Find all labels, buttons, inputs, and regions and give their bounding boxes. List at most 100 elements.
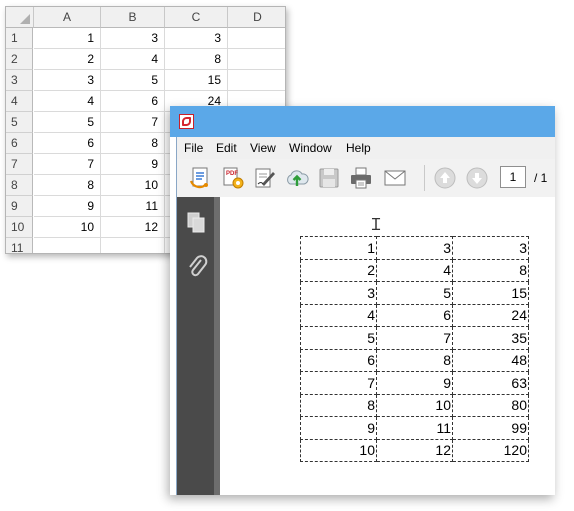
- table-cell: 48: [452, 348, 529, 372]
- sheet-cell[interactable]: 5: [34, 112, 101, 133]
- row-number[interactable]: 4: [6, 91, 33, 112]
- page-total-label: / 1: [534, 171, 548, 185]
- table-cell: 11: [376, 416, 453, 440]
- sheet-cell[interactable]: [228, 28, 285, 49]
- row-number[interactable]: 9: [6, 196, 33, 217]
- toolbar-separator: [424, 165, 425, 191]
- table-cell: 8: [376, 348, 453, 372]
- sheet-cell[interactable]: 8: [165, 49, 228, 70]
- table-row: 133: [300, 236, 529, 260]
- sheet-cell[interactable]: 11: [101, 196, 165, 217]
- column-header-row: A B C D: [6, 7, 285, 28]
- pdf-data-table: 1 3 3 2 4 8 3 5 15 4 6 24 5 7 35 6 8 48 7 9 63 8 10 80 9 11 99 10 12…: [300, 236, 529, 462]
- sheet-cell[interactable]: 7: [34, 154, 101, 175]
- row-number[interactable]: 2: [6, 49, 33, 70]
- table-cell: 9: [376, 371, 453, 395]
- menu-help[interactable]: Help: [346, 141, 371, 155]
- table-cell: 99: [452, 416, 529, 440]
- sheet-cell[interactable]: 6: [101, 91, 165, 112]
- pdf-reader-window: File Edit View Window Help PDF 1 / 1 Ｉ 1…: [170, 106, 555, 495]
- table-row: 5 7 35: [300, 326, 529, 350]
- menu-file[interactable]: File: [184, 141, 203, 155]
- column-header-b[interactable]: B: [101, 7, 165, 28]
- sheet-cell[interactable]: 12: [101, 217, 165, 238]
- sheet-cell[interactable]: 4: [34, 91, 101, 112]
- menu-edit[interactable]: Edit: [216, 141, 237, 155]
- sheet-cell[interactable]: 4: [101, 49, 165, 70]
- row-number[interactable]: 5: [6, 112, 33, 133]
- convert-icon[interactable]: PDF: [221, 166, 245, 190]
- create-pdf-icon[interactable]: [189, 166, 213, 190]
- sheet-cell[interactable]: [228, 70, 285, 91]
- row-number[interactable]: 3: [6, 70, 33, 91]
- row-number[interactable]: 10: [6, 217, 33, 238]
- menu-window[interactable]: Window: [289, 141, 332, 155]
- pdf-app-icon: [179, 114, 194, 129]
- print-icon[interactable]: [349, 166, 373, 190]
- table-cell: 7: [300, 371, 377, 395]
- table-cell: 35: [452, 326, 529, 350]
- toolbar: PDF / 1: [176, 159, 555, 198]
- sheet-cell[interactable]: 9: [34, 196, 101, 217]
- previous-page-icon[interactable]: [433, 166, 457, 190]
- sheet-cell[interactable]: 15: [165, 70, 228, 91]
- row-number[interactable]: 11: [6, 238, 33, 253]
- table-cell: 15: [452, 281, 529, 305]
- sheet-cell[interactable]: 3: [101, 28, 165, 49]
- column-header-d[interactable]: D: [228, 7, 285, 28]
- sheet-cell[interactable]: 10: [101, 175, 165, 196]
- save-icon[interactable]: [317, 166, 341, 190]
- sheet-row: 1133: [6, 28, 285, 49]
- sheet-cell[interactable]: 8: [101, 133, 165, 154]
- select-all-triangle-icon: [20, 14, 30, 24]
- sheet-cell[interactable]: 9: [101, 154, 165, 175]
- table-cell: 12: [376, 438, 453, 462]
- upload-icon[interactable]: [285, 166, 309, 190]
- sheet-cell[interactable]: [34, 238, 101, 253]
- table-row: 3 5 15: [300, 281, 529, 305]
- sheet-cell[interactable]: [101, 238, 165, 253]
- table-cell: 8: [452, 258, 529, 282]
- row-number[interactable]: 6: [6, 133, 33, 154]
- page-thumbnails-icon[interactable]: [186, 211, 208, 235]
- table-row: 4 6 24: [300, 303, 529, 327]
- next-page-icon[interactable]: [465, 166, 489, 190]
- navigation-panel: [176, 197, 215, 495]
- table-cell: 6: [376, 303, 453, 327]
- sheet-cell[interactable]: 1: [34, 28, 101, 49]
- column-header-a[interactable]: A: [34, 7, 101, 28]
- row-number[interactable]: 8: [6, 175, 33, 196]
- table-cell: 6: [300, 348, 377, 372]
- row-number[interactable]: 1: [6, 28, 33, 49]
- table-cell: 63: [452, 371, 529, 395]
- sign-icon[interactable]: [253, 166, 277, 190]
- attachments-paperclip-icon[interactable]: [186, 255, 208, 279]
- select-all-corner[interactable]: [6, 7, 34, 28]
- row-number[interactable]: 7: [6, 154, 33, 175]
- table-cell: 10: [376, 393, 453, 417]
- sheet-cell[interactable]: 3: [34, 70, 101, 91]
- table-row: 7 9 63: [300, 371, 529, 395]
- column-header-c[interactable]: C: [165, 7, 228, 28]
- sheet-cell[interactable]: 2: [34, 49, 101, 70]
- sheet-cell[interactable]: 10: [34, 217, 101, 238]
- document-page[interactable]: Ｉ 1 3 3 2 4 8 3 5 15 4 6 24 5 7 35 6 8 48 7 9 63 8 10 80 9 11 99 10…: [220, 197, 555, 495]
- table-cell: 1: [300, 236, 377, 260]
- sheet-row: 2248: [6, 49, 285, 70]
- email-icon[interactable]: [383, 166, 407, 190]
- sheet-cell[interactable]: 3: [165, 28, 228, 49]
- sheet-cell[interactable]: 7: [101, 112, 165, 133]
- table-cell: 8: [300, 393, 377, 417]
- sheet-cell[interactable]: 8: [34, 175, 101, 196]
- table-row: 10 12 120: [300, 438, 529, 462]
- table-cell: 24: [452, 303, 529, 327]
- menu-view[interactable]: View: [250, 141, 276, 155]
- title-bar[interactable]: [170, 106, 555, 137]
- table-cell: 3: [376, 236, 453, 260]
- sheet-cell[interactable]: 5: [101, 70, 165, 91]
- table-row: 248: [300, 258, 529, 282]
- sheet-cell[interactable]: 6: [34, 133, 101, 154]
- sheet-cell[interactable]: [228, 49, 285, 70]
- table-cell: 80: [452, 393, 529, 417]
- page-number-input[interactable]: [500, 166, 526, 188]
